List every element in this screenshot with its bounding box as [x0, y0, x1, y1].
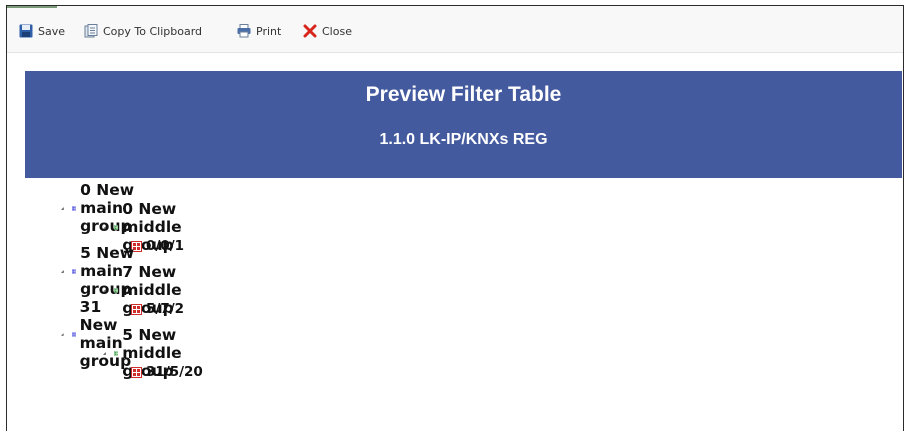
group-address-label: 0/0/1 [146, 238, 185, 254]
save-icon [19, 24, 33, 38]
expand-triangle-icon[interactable] [61, 331, 64, 338]
tree-middle-group[interactable]: 0 New middle group [103, 200, 192, 254]
expand-triangle-icon[interactable] [61, 268, 64, 275]
printer-icon [237, 24, 251, 38]
middle-group-icon [113, 224, 119, 230]
banner-title: Preview Filter Table [365, 83, 562, 106]
main-group-icon [71, 331, 76, 337]
toolbar: Save Copy To Clipboard Print Close [7, 6, 903, 53]
group-address-label: 31/5/20 [146, 364, 203, 380]
print-button[interactable]: Print [237, 23, 281, 39]
expand-triangle-icon[interactable] [61, 205, 64, 212]
group-address-icon [131, 366, 142, 378]
tree-middle-group[interactable]: 5 New middle group [103, 326, 192, 380]
copy-to-clipboard-button[interactable]: Copy To Clipboard [84, 23, 202, 39]
preview-window: Save Copy To Clipboard Print Close Previ… [6, 5, 904, 431]
expand-triangle-icon[interactable] [103, 287, 106, 294]
middle-group-icon [113, 287, 119, 293]
banner-subtitle: 1.1.0 LK-IP/KNXs REG [379, 131, 548, 148]
save-button[interactable]: Save [19, 23, 65, 39]
save-label: Save [38, 24, 66, 38]
copy-to-clipboard-label: Copy To Clipboard [103, 24, 203, 38]
close-icon [303, 24, 317, 38]
expand-triangle-icon[interactable] [103, 224, 106, 231]
main-group-icon [71, 205, 77, 211]
toolbar-accent [7, 6, 57, 8]
clipboard-icon [84, 24, 98, 38]
tree-group-address[interactable]: 31/5/20 [131, 363, 203, 381]
close-button[interactable]: Close [303, 23, 352, 39]
group-address-label: 5/7/2 [146, 301, 185, 317]
print-label: Print [256, 24, 282, 38]
middle-group-icon [113, 350, 119, 356]
main-group-icon [71, 268, 77, 274]
tree-middle-group[interactable]: 7 New middle group [103, 263, 192, 317]
expand-triangle-icon[interactable] [103, 350, 106, 357]
preview-header-banner: Preview Filter Table 1.1.0 LK-IP/KNXs RE… [25, 71, 902, 178]
close-label: Close [322, 24, 352, 38]
